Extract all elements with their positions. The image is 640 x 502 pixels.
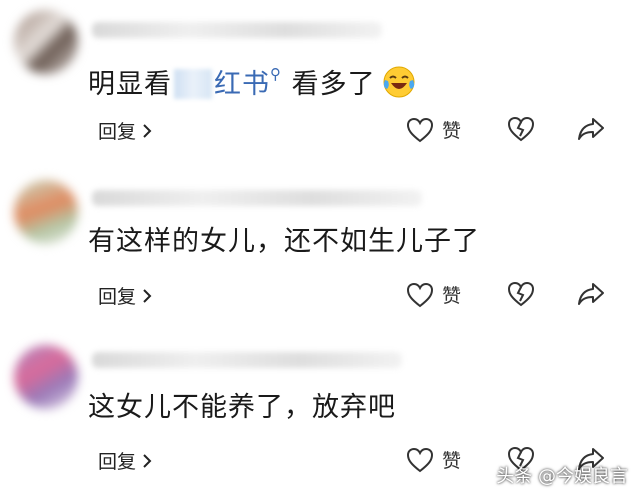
heart-outline-icon — [406, 282, 434, 307]
chevron-right-icon — [143, 288, 152, 303]
chevron-right-icon — [143, 123, 152, 138]
comment-text-content: 这女儿不能养了，放弃吧 — [88, 392, 396, 423]
avatar[interactable] — [14, 180, 78, 244]
like-label: 赞 — [442, 285, 462, 307]
comment-text: 这女儿不能养了，放弃吧 — [88, 391, 396, 425]
avatar[interactable] — [14, 345, 78, 409]
username-blurred — [92, 190, 422, 206]
censored-blur — [174, 69, 212, 99]
comment-text: 有这样的女儿，还不如生儿子了 — [88, 225, 480, 259]
share-icon — [578, 283, 604, 305]
comment-text-content: 有这样的女儿，还不如生儿子了 — [88, 226, 480, 257]
like-button[interactable]: 赞 — [406, 446, 461, 473]
broken-heart-icon — [507, 116, 535, 142]
reply-label: 回复 — [98, 451, 137, 473]
comment-text-after: 看多了 — [282, 69, 376, 100]
dislike-button[interactable] — [507, 281, 535, 307]
reply-button[interactable]: 回复 — [98, 117, 152, 144]
share-icon — [578, 118, 604, 140]
heart-outline-icon — [406, 117, 434, 142]
dislike-button[interactable] — [507, 116, 535, 142]
reply-label: 回复 — [98, 286, 137, 308]
search-icon[interactable]: ⚲ — [270, 57, 282, 91]
watermark: 头条 @今娱良言 — [496, 466, 628, 487]
share-button[interactable] — [577, 116, 605, 142]
reply-button[interactable]: 回复 — [98, 282, 152, 309]
username-blurred — [92, 352, 402, 368]
share-button[interactable] — [577, 281, 605, 307]
avatar[interactable] — [14, 10, 78, 74]
laughing-crying-face-icon — [383, 66, 415, 98]
username-blurred — [92, 22, 382, 38]
search-link[interactable]: 红书 — [214, 69, 270, 100]
like-label: 赞 — [442, 120, 462, 142]
heart-outline-icon — [406, 447, 434, 472]
like-button[interactable]: 赞 — [406, 281, 461, 308]
like-button[interactable]: 赞 — [406, 116, 461, 143]
broken-heart-icon — [507, 281, 535, 307]
chevron-right-icon — [143, 453, 152, 468]
comment-text-before: 明显看 — [88, 69, 172, 100]
comment-text: 明显看 红书⚲ 看多了 — [88, 57, 416, 102]
like-label: 赞 — [442, 450, 462, 472]
reply-button[interactable]: 回复 — [98, 447, 152, 474]
reply-label: 回复 — [98, 121, 137, 143]
